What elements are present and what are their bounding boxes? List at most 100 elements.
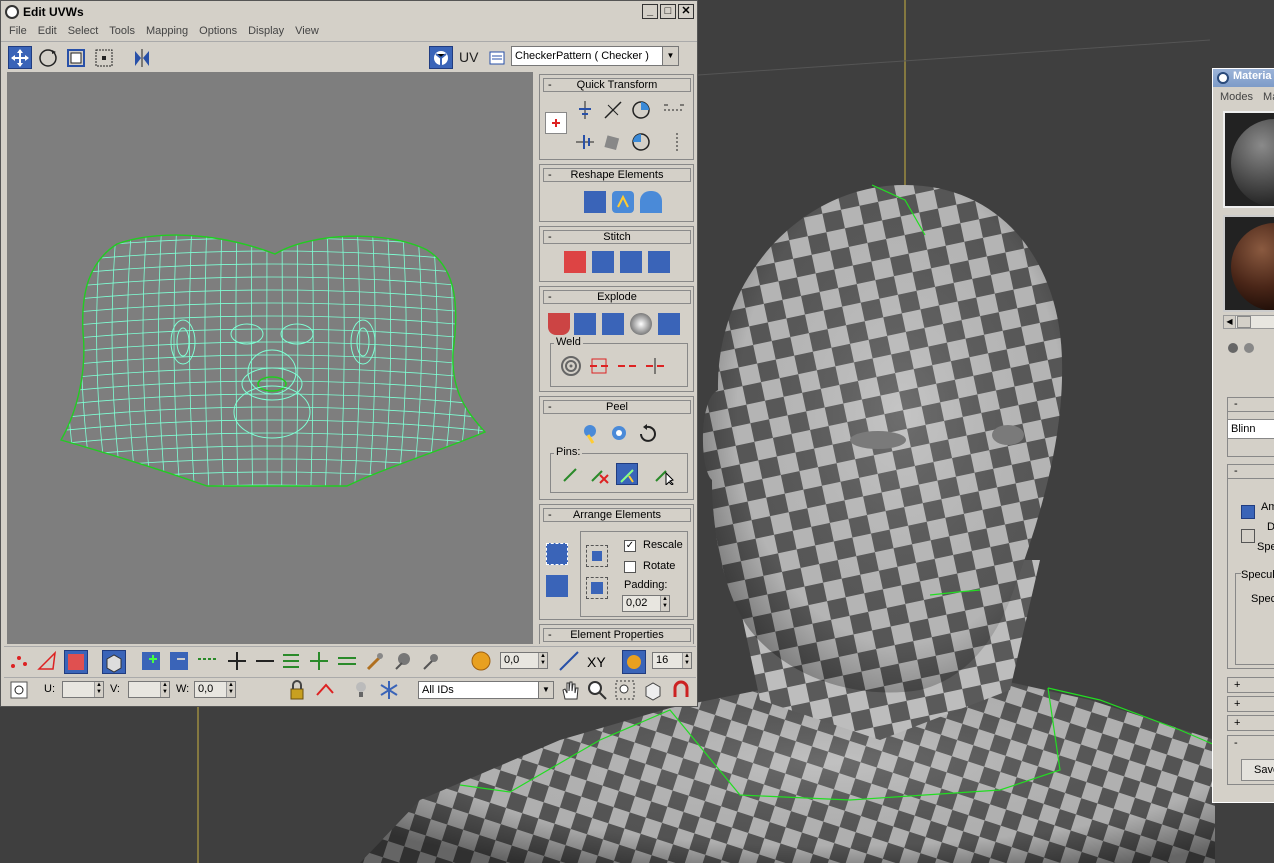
material-slot-1[interactable] xyxy=(1223,111,1274,208)
edge-distance-value[interactable]: 16 xyxy=(656,654,668,666)
element-mode-icon[interactable] xyxy=(102,650,126,674)
material-editor-titlebar[interactable]: Materia xyxy=(1213,69,1274,87)
menu-edit[interactable]: Edit xyxy=(38,25,57,41)
maximize-button[interactable]: □ xyxy=(660,4,676,19)
w-value[interactable]: 0,0 xyxy=(198,683,213,695)
material-slot-2[interactable] xyxy=(1223,215,1274,312)
hide-icon[interactable] xyxy=(314,679,338,703)
rollout-maps[interactable]: + xyxy=(1227,715,1274,731)
falloff-space-label[interactable]: XY xyxy=(587,654,606,670)
space-horizontal-icon[interactable] xyxy=(662,99,684,121)
weld-target-icon[interactable] xyxy=(560,355,582,377)
u-spinner[interactable]: ▲ ▼ xyxy=(62,681,104,698)
zoom-region-icon[interactable] xyxy=(614,679,638,703)
show-map-icon[interactable] xyxy=(429,46,453,69)
uv-coord-label[interactable]: UV xyxy=(459,49,478,65)
reset-peel-icon[interactable] xyxy=(636,423,658,445)
align-vertical-icon[interactable] xyxy=(574,99,596,121)
weld-threshold-icon[interactable] xyxy=(616,355,638,377)
menu-material[interactable]: Ma xyxy=(1263,91,1274,103)
chevron-down-icon[interactable]: ▼ xyxy=(538,682,553,698)
edit-uvws-window[interactable]: Edit UVWs _ □ ✕ File Edit Select Tools M… xyxy=(0,0,698,707)
pack-normalize-icon[interactable] xyxy=(546,543,568,565)
peel-mode-icon[interactable] xyxy=(608,423,630,445)
menu-select[interactable]: Select xyxy=(68,25,99,41)
stitch-average-icon[interactable] xyxy=(592,251,614,273)
spinner-arrows-icon[interactable]: ▲ ▼ xyxy=(682,653,691,668)
freeze-bulb-icon[interactable] xyxy=(350,679,374,703)
rotate-checkbox[interactable] xyxy=(624,561,636,573)
zoom-icon[interactable] xyxy=(586,679,610,703)
relax-icon[interactable] xyxy=(612,191,634,213)
edge-mode-icon[interactable] xyxy=(36,650,60,674)
menu-display[interactable]: Display xyxy=(248,25,284,41)
soft-selection-icon[interactable] xyxy=(470,650,494,674)
spinner-arrows-icon[interactable]: ▲ ▼ xyxy=(660,596,669,611)
explode-dropdown-icon[interactable] xyxy=(658,313,680,335)
w-spinner[interactable]: 0,0 ▲ ▼ xyxy=(194,681,236,698)
limit-soft-selection-icon[interactable] xyxy=(622,650,646,674)
grow-selection-icon[interactable] xyxy=(140,650,164,674)
rollout-header[interactable]: - Peel xyxy=(543,400,691,414)
menu-mapping[interactable]: Mapping xyxy=(146,25,188,41)
scroll-left-icon[interactable]: ◀ xyxy=(1224,316,1236,328)
straighten-selection-icon[interactable] xyxy=(584,191,606,213)
grow-loop-icon[interactable] xyxy=(308,650,332,674)
unpin-icon[interactable] xyxy=(588,463,610,485)
menu-modes[interactable]: Modes xyxy=(1220,91,1253,103)
ring-selection-icon[interactable] xyxy=(196,650,220,674)
ambient-lock-icon[interactable] xyxy=(1241,505,1255,519)
material-tool-icons[interactable] xyxy=(1225,341,1265,355)
shrink-selection-icon[interactable] xyxy=(168,650,192,674)
quick-peel-icon[interactable] xyxy=(580,423,602,445)
pack-rescale-icon[interactable] xyxy=(586,577,608,599)
rollout-toggle[interactable]: - xyxy=(1228,398,1274,412)
rollout-header[interactable]: - Arrange Elements xyxy=(543,508,691,522)
auto-pin-icon[interactable] xyxy=(616,463,638,485)
shrink-loop-icon[interactable] xyxy=(336,650,360,674)
rollout-extended[interactable]: + xyxy=(1227,677,1274,693)
weld-selected-icon[interactable] xyxy=(588,355,610,377)
rotate-minus-90-icon[interactable] xyxy=(630,131,652,153)
snap-icon[interactable] xyxy=(670,679,694,703)
pin-icon[interactable] xyxy=(560,463,582,485)
rotate-plus-90-icon[interactable] xyxy=(630,99,652,121)
align-horizontal-icon[interactable] xyxy=(574,131,596,153)
close-button[interactable]: ✕ xyxy=(678,4,694,19)
material-ids-dropdown[interactable]: All IDs ▼ xyxy=(418,681,554,699)
padding-spinner[interactable]: 0,02 ▲ ▼ xyxy=(622,595,670,612)
spinner-arrows-icon[interactable]: ▲ ▼ xyxy=(226,682,235,697)
paint-select-icon[interactable] xyxy=(364,650,388,674)
space-vertical-icon[interactable] xyxy=(666,131,688,153)
absolute-offset-icon[interactable] xyxy=(8,679,32,703)
shader-dropdown[interactable]: Blinn xyxy=(1227,419,1274,439)
straighten-icon[interactable] xyxy=(602,131,624,153)
stitch-to-source-icon[interactable] xyxy=(620,251,642,273)
menu-options[interactable]: Options xyxy=(199,25,237,41)
loop-selection-icon[interactable] xyxy=(280,650,304,674)
enlarge-brush-icon[interactable] xyxy=(392,650,416,674)
diffuse-lock-icon[interactable] xyxy=(1241,529,1255,543)
edge-distance-spinner[interactable]: 16 ▲ ▼ xyxy=(652,652,692,669)
uv-editor-canvas[interactable] xyxy=(7,72,533,644)
texture-dropdown[interactable]: CheckerPattern ( Checker ) ▼ xyxy=(511,46,679,66)
menu-tools[interactable]: Tools xyxy=(109,25,135,41)
falloff-value[interactable]: 0,0 xyxy=(504,654,519,666)
align-diagonal-icon[interactable] xyxy=(602,99,624,121)
menu-file[interactable]: File xyxy=(9,25,27,41)
pack-together-icon[interactable] xyxy=(546,575,568,597)
rollout-header[interactable]: - Explode xyxy=(543,290,691,304)
slot-scrollbar[interactable]: ◀ xyxy=(1223,315,1274,329)
shrink-ring-icon[interactable] xyxy=(254,650,278,674)
flip-icon[interactable] xyxy=(602,313,624,335)
spinner-arrows-icon[interactable]: ▲ ▼ xyxy=(160,682,169,697)
freeform-tool-icon[interactable] xyxy=(92,46,116,69)
mirror-tool-icon[interactable] xyxy=(130,46,154,69)
spinner-arrows-icon[interactable]: ▲ ▼ xyxy=(94,682,103,697)
detach-icon[interactable] xyxy=(574,313,596,335)
minimize-button[interactable]: _ xyxy=(642,4,658,19)
soft-selection-falloff-spinner[interactable]: 0,0 ▲ ▼ xyxy=(500,652,548,669)
rollout-header[interactable]: - Quick Transform xyxy=(543,78,691,92)
grow-ring-icon[interactable] xyxy=(226,650,250,674)
zoom-extents-icon[interactable] xyxy=(642,679,666,703)
